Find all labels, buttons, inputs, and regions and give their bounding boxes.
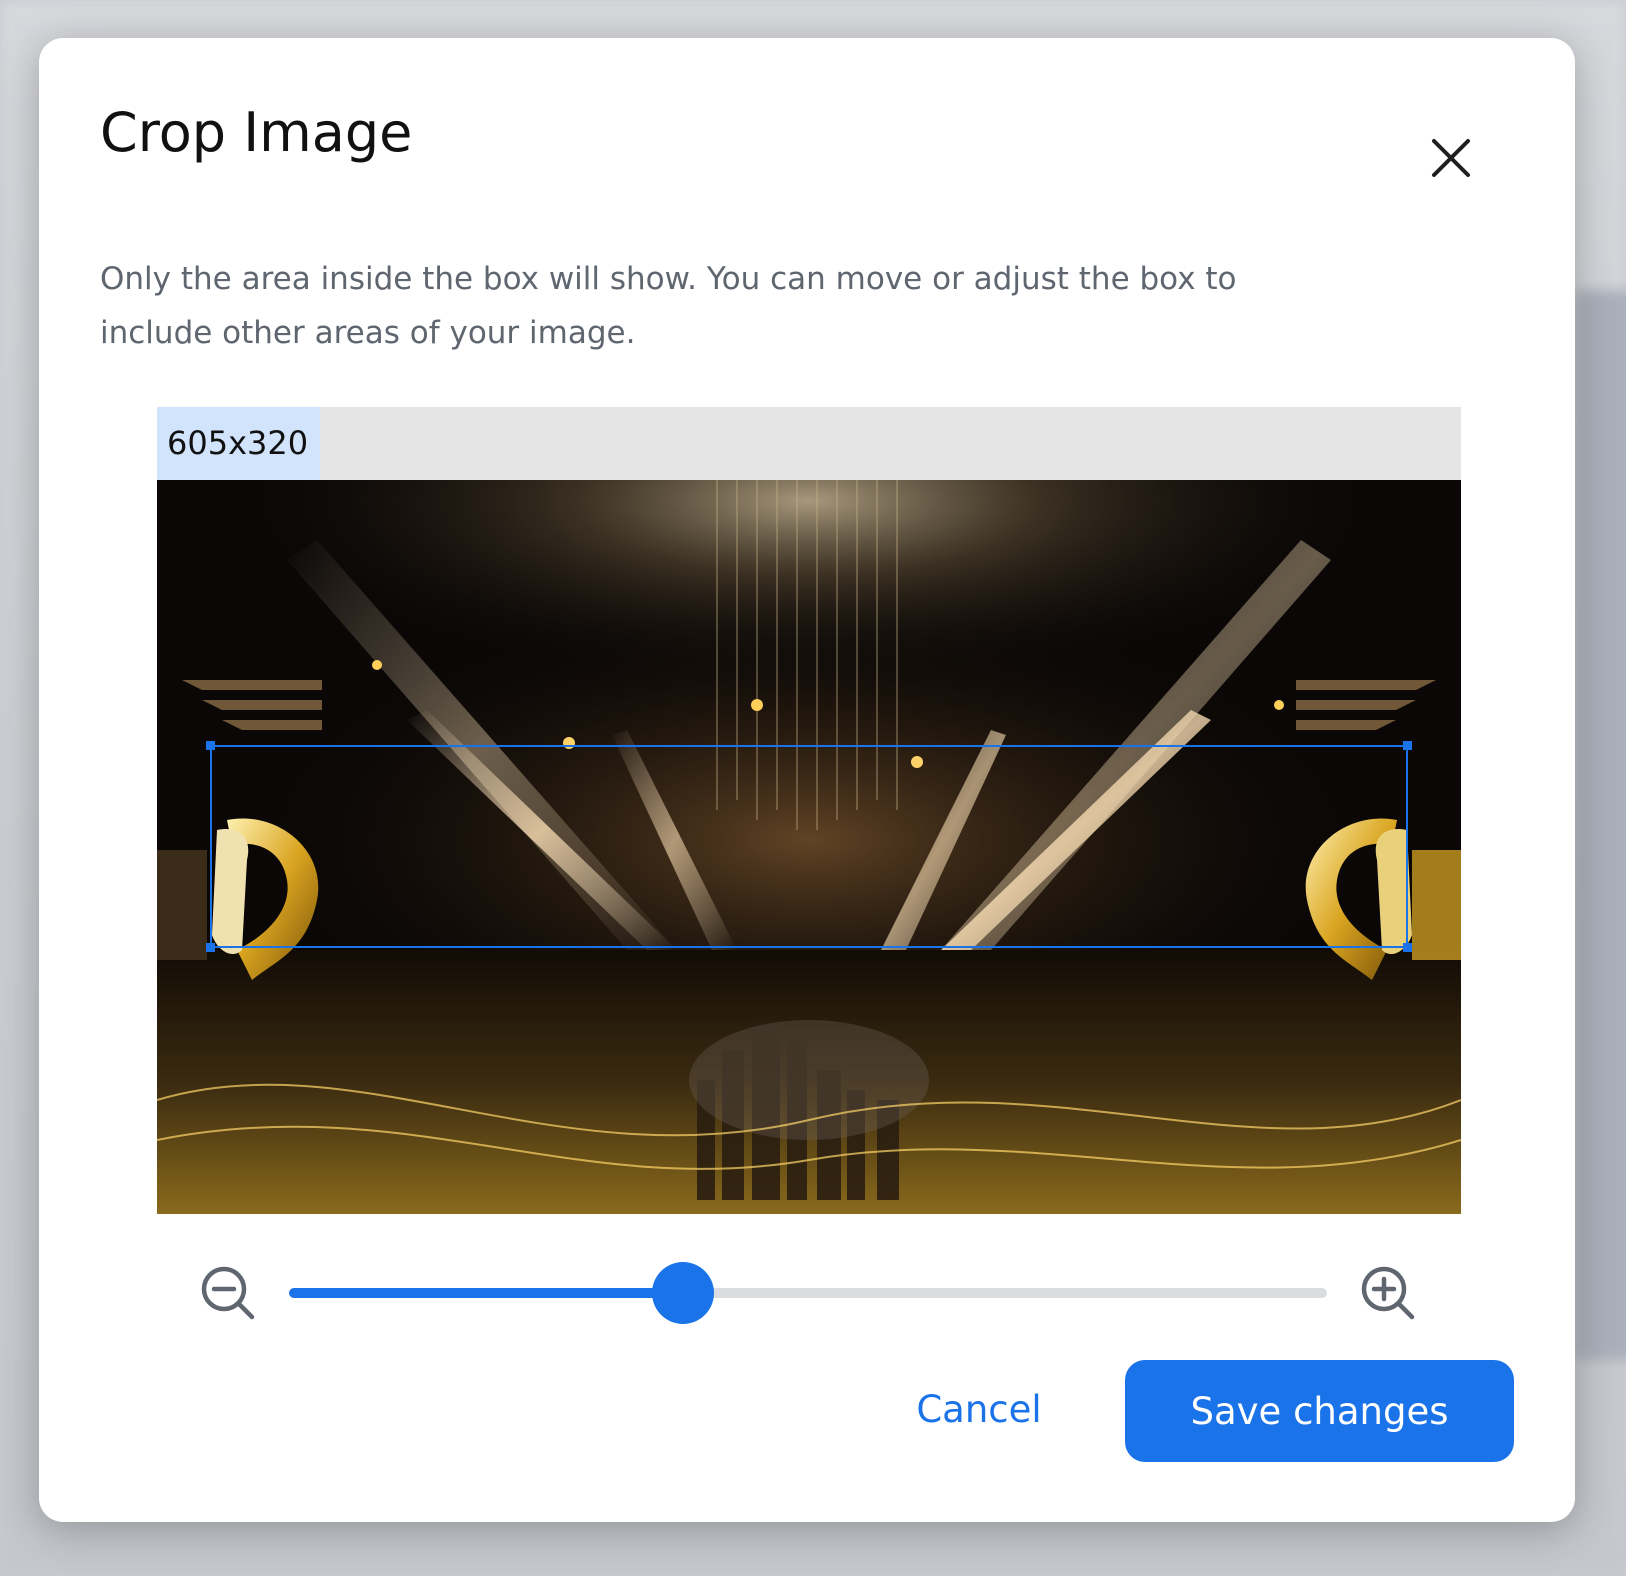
zoom-out-button[interactable] [199,1264,257,1322]
crop-size-label: 605x320 [157,407,321,480]
crop-image-dialog: Crop Image Only the area inside the box … [39,38,1575,1522]
crop-handle-top-right[interactable] [1403,741,1412,750]
zoom-in-button[interactable] [1359,1264,1417,1322]
crop-area: 605x320 [157,407,1461,1214]
image-preview[interactable] [157,480,1461,1214]
close-icon [1432,139,1470,177]
zoom-slider-fill [289,1288,684,1298]
crop-handle-bottom-right[interactable] [1403,943,1412,952]
crop-handle-bottom-left[interactable] [206,943,215,952]
crop-handle-top-left[interactable] [206,741,215,750]
zoom-slider[interactable] [289,1262,1327,1324]
zoom-controls [199,1258,1469,1328]
background-panel [1575,290,1626,1360]
crop-box[interactable] [206,741,1412,952]
zoom-out-icon [201,1266,255,1320]
dialog-title: Crop Image [100,101,413,164]
zoom-in-icon [1361,1266,1415,1320]
size-bar: 605x320 [157,407,1461,480]
zoom-slider-thumb[interactable] [652,1262,715,1324]
close-button[interactable] [1419,126,1483,190]
dialog-description: Only the area inside the box will show. … [100,261,1237,351]
cancel-button[interactable]: Cancel [889,1358,1069,1460]
save-changes-button[interactable]: Save changes [1125,1360,1514,1462]
